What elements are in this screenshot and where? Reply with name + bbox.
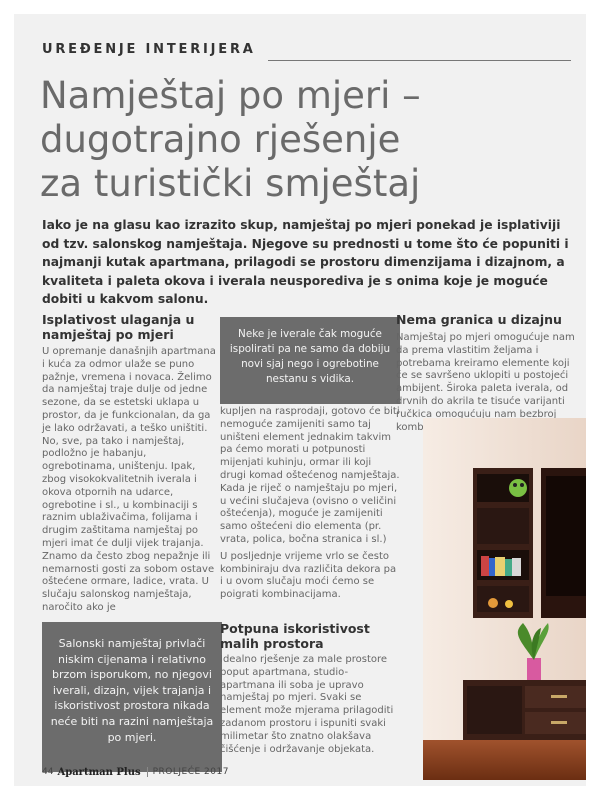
- paragraph: Znamo da često zbog nepažnje ili nemarno…: [42, 550, 215, 613]
- column-2-text-b: Idealno rješenje za male prostore poput …: [220, 654, 400, 756]
- article-headline: Namještaj po mjeri – dugotrajno rješenje…: [40, 74, 580, 206]
- paragraph: Idealno rješenje za male prostore poput …: [220, 654, 394, 755]
- section-divider: [268, 60, 571, 61]
- magazine-brand: Apartman Plus: [57, 766, 141, 778]
- column-2-text: kupljen na rasprodaji, gotovo će biti ne…: [220, 406, 400, 602]
- section-label: UREĐENJE INTERIJERA: [42, 42, 256, 57]
- pull-quote-polish: Neke je iverale čak moguće ispolirati pa…: [220, 317, 400, 404]
- pull-quote-salon: Salonski namještaj privlači niskim cijen…: [42, 622, 222, 772]
- paragraph: kupljen na rasprodaji, gotovo će biti ne…: [220, 406, 400, 481]
- page-number: 44: [42, 767, 54, 777]
- headline-line-1: Namještaj po mjeri –: [40, 74, 421, 117]
- headline-line-3: za turistički smještaj: [40, 162, 421, 205]
- furniture-photo-illustration: [423, 418, 586, 780]
- page-footer: 44 Apartman Plus PROLJEĆE 2017: [42, 765, 229, 779]
- subheading-investment: Isplativost ulaganja u namještaj po mjer…: [42, 312, 195, 342]
- furniture-photo: [423, 418, 586, 780]
- headline-line-2: dugotrajno rješenje: [40, 118, 401, 161]
- paragraph: U posljednje vrijeme vrlo se često kombi…: [220, 550, 397, 601]
- paragraph: Kada je riječ o namještaju po mjeri, u v…: [220, 482, 398, 545]
- column-1-text: U opremanje današnjih apartmana i kuća z…: [42, 346, 220, 615]
- subheading-small-spaces: Potpuna iskoristivost malih prostora: [220, 621, 370, 651]
- article-lead: Iako je na glasu kao izrazito skup, namj…: [42, 218, 569, 306]
- issue-label: PROLJEĆE 2017: [146, 767, 229, 777]
- subheading-design: Nema granica u dizajnu: [396, 312, 562, 327]
- magazine-page: UREĐENJE INTERIJERA Namještaj po mjeri –…: [14, 14, 586, 786]
- paragraph: U opremanje današnjih apartmana i kuća z…: [42, 346, 216, 549]
